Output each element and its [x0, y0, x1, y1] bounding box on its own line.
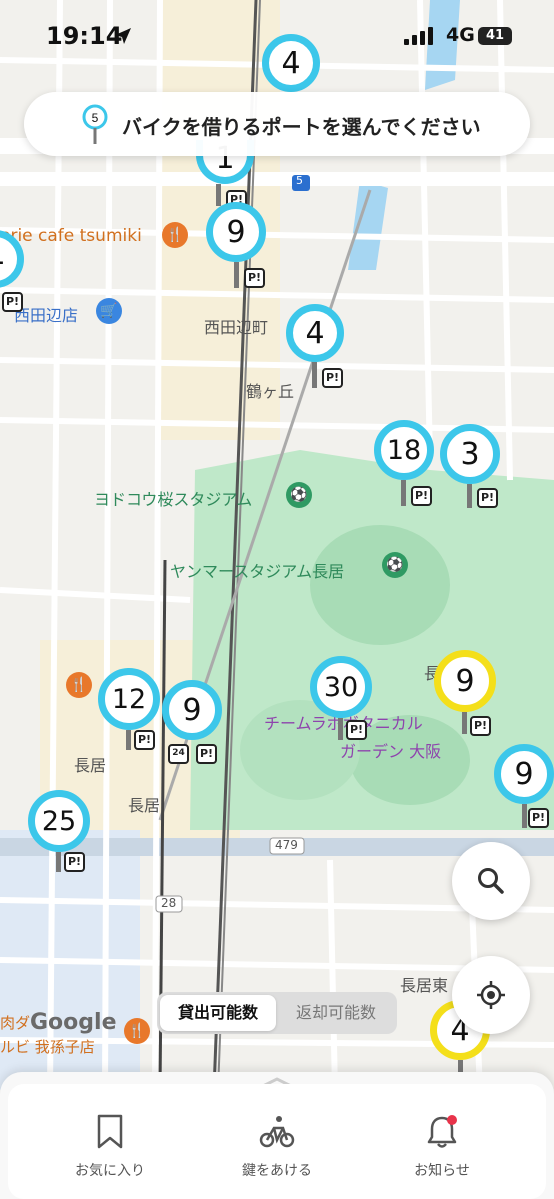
nav-notifications-label: お知らせ	[414, 1163, 470, 1179]
map-view[interactable]: 5 479 28 erie cafe tsumiki 🍴 西田辺店 🛒 西田辺町…	[0, 0, 554, 1090]
search-button[interactable]	[452, 842, 530, 920]
port-count: 9	[162, 680, 222, 740]
restaurant-icon-2[interactable]: 🍴	[66, 672, 92, 698]
port-count: 25	[28, 790, 90, 852]
nav-notifications[interactable]: お知らせ	[382, 1114, 502, 1180]
cafe-label: erie cafe tsumiki	[0, 226, 142, 246]
map-base	[0, 0, 554, 1090]
locate-button[interactable]	[452, 956, 530, 1034]
shop-label-2: ルビ 我孫子店	[0, 1038, 95, 1056]
port-count: 30	[310, 656, 372, 718]
nav-favorites[interactable]: お気に入り	[50, 1114, 170, 1180]
parking-badge: P!	[411, 486, 432, 506]
nishitanabe-town-label: 西田辺町	[204, 318, 269, 337]
nagai-east-label: 長居東	[400, 976, 449, 995]
port-count: 9	[434, 650, 496, 712]
tsurugaoka-station-label: 鶴ヶ丘	[246, 382, 295, 401]
shop-label: 肉ダ	[0, 1014, 31, 1032]
rentable-count-option[interactable]: 貸出可能数	[160, 995, 276, 1031]
google-logo: Google	[30, 1010, 117, 1035]
bike-icon	[259, 1116, 295, 1148]
port-count: 9	[494, 744, 554, 804]
24h-badge: 24	[168, 744, 189, 764]
port-count: 18	[374, 420, 434, 480]
parking-badge: P!	[528, 808, 549, 828]
port-count: 3	[440, 424, 500, 484]
banner-icon-number: 5	[92, 111, 99, 125]
search-icon	[478, 868, 504, 894]
returnable-count-option[interactable]: 返却可能数	[278, 995, 394, 1031]
parking-badge: P!	[322, 368, 343, 388]
count-mode-toggle[interactable]: 貸出可能数 返却可能数	[157, 992, 397, 1034]
route-479-label: 479	[275, 838, 298, 852]
nishitanabe-store-label: 西田辺店	[14, 306, 79, 325]
parking-badge: P!	[244, 268, 265, 288]
restaurant-icon-3[interactable]: 🍴	[124, 1018, 150, 1044]
parking-badge: P!	[2, 292, 23, 312]
port-pin-icon: 5	[82, 104, 108, 144]
parking-badge: P!	[134, 730, 155, 750]
yodoko-stadium-label: ヨドコウ桜スタジアム	[94, 490, 253, 509]
parking-badge: P!	[470, 716, 491, 736]
network-type: 4G	[446, 24, 475, 46]
bottom-nav-sheet: お気に入り 鍵をあける お知らせ	[0, 1072, 554, 1199]
status-bar: 19:14 4G 41	[0, 0, 554, 74]
route-28-label: 28	[161, 896, 177, 910]
parking-badge: P!	[346, 720, 367, 740]
garden-osaka-label: ガーデン 大阪	[340, 742, 442, 761]
select-port-banner: 5 バイクを借りるポートを選んでください	[24, 92, 530, 156]
location-arrow-icon	[115, 28, 131, 44]
banner-text: バイクを借りるポートを選んでください	[122, 115, 481, 139]
battery-level: 41	[478, 27, 512, 45]
stadium-icon-2[interactable]: ⚽	[382, 552, 408, 578]
restaurant-icon[interactable]: 🍴	[162, 222, 188, 248]
parking-badge: P!	[64, 852, 85, 872]
route-5-label: 5	[296, 174, 303, 187]
bell-icon	[427, 1115, 457, 1148]
bottom-nav: お気に入り 鍵をあける お知らせ	[8, 1084, 546, 1199]
port-count: 12	[98, 668, 160, 730]
port-count: 9	[206, 202, 266, 262]
nagai-metro-station-label: 長居	[128, 796, 161, 815]
parking-badge: P!	[477, 488, 498, 508]
signal-icon	[404, 27, 433, 45]
stadium-icon[interactable]: ⚽	[286, 482, 312, 508]
bookmark-icon	[97, 1114, 123, 1149]
parking-badge: P!	[196, 744, 217, 764]
nav-unlock-label: 鍵をあける	[242, 1163, 312, 1179]
port-count: 4	[286, 304, 344, 362]
status-time: 19:14	[46, 22, 123, 50]
yanmar-stadium-label: ヤンマースタジアム長居	[170, 562, 345, 581]
nagai-jr-station-label: 長居	[74, 756, 107, 775]
shopping-cart-icon[interactable]: 🛒	[96, 298, 122, 324]
locate-icon	[477, 981, 505, 1009]
nav-favorites-label: お気に入り	[75, 1163, 145, 1179]
nav-unlock[interactable]: 鍵をあける	[217, 1114, 337, 1180]
